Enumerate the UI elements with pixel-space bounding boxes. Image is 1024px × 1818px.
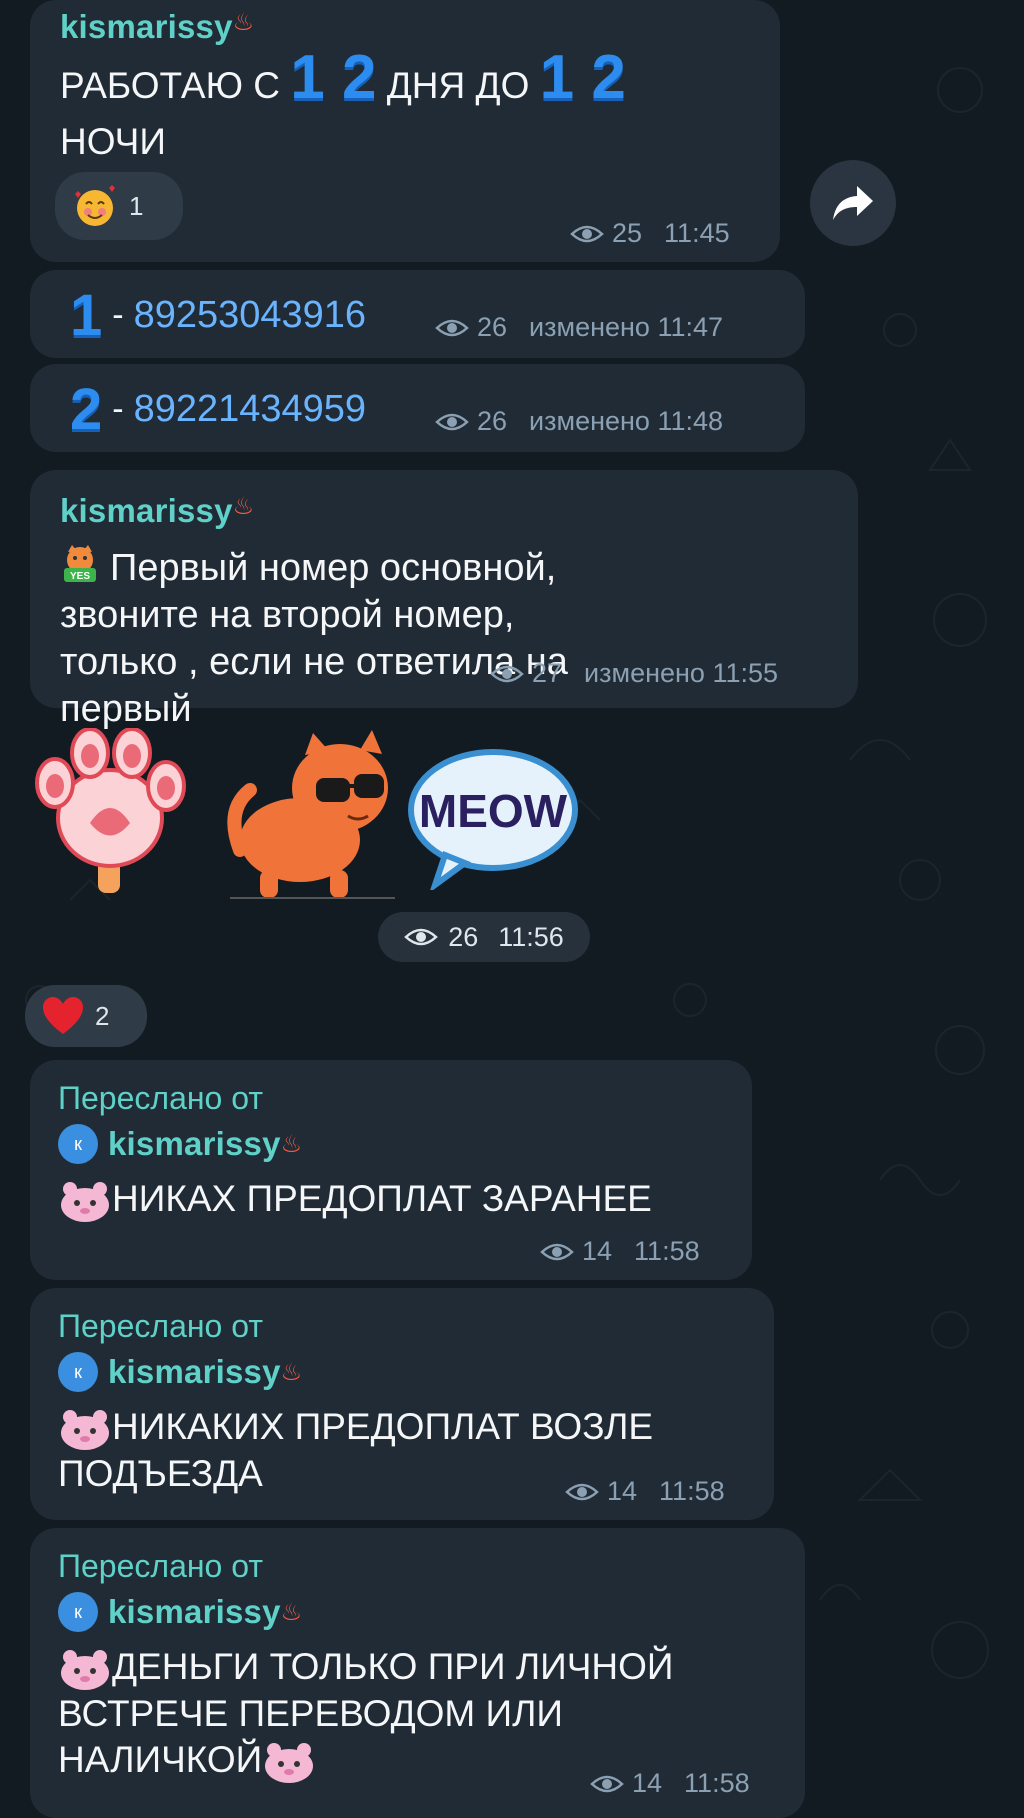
share-button[interactable] <box>810 160 896 246</box>
timestamp: 11:45 <box>664 218 730 248</box>
message-body-line: НАЛИЧКОЙ <box>58 1739 263 1781</box>
dash: - <box>112 296 124 334</box>
message-bubble-work-hours[interactable]: kismarissy♨ РАБОТАЮ С 1 2 ДНЯ ДО 1 2 НОЧ… <box>30 0 780 262</box>
message-text: НИКАКИХ ПРЕДОПЛАТ ВОЗЛЕ ПОДЪЕЗДА <box>58 1404 653 1497</box>
message-meta: 26 изменено 11:47 <box>435 312 723 343</box>
forwarded-label: Переслано от <box>58 1548 263 1584</box>
number-emoji: 1 2 <box>290 43 377 112</box>
message-body-line: ВСТРЕЧЕ ПЕРЕВОДОМ ИЛИ <box>58 1693 563 1735</box>
forwarded-label: Переслано от <box>58 1080 263 1116</box>
yes-cat-icon: YES <box>64 545 96 582</box>
reaction-count: 1 <box>129 190 144 221</box>
edited-timestamp: изменено 11:48 <box>529 406 724 436</box>
edited-timestamp: изменено 11:55 <box>584 658 779 688</box>
view-count: 26 <box>477 406 508 436</box>
avatar: к <box>58 1592 98 1632</box>
reaction-chip[interactable]: 1 <box>55 172 183 240</box>
hamster-icon <box>61 1410 109 1451</box>
message-bubble-phone-2[interactable]: 2 - 89221434959 26 изменено 11:48 <box>30 364 805 452</box>
view-count: 14 <box>582 1236 613 1266</box>
eye-icon <box>435 413 469 430</box>
hamster-icon <box>61 1182 109 1223</box>
message-meta: 27 изменено 11:55 <box>490 658 778 689</box>
message-bubble-instructions[interactable]: kismarissy♨ YES Первый номер основной, з… <box>30 470 858 730</box>
message-meta: 14 11:58 <box>540 1236 700 1267</box>
eye-icon <box>590 1775 624 1792</box>
message-bubble-phone-1[interactable]: 1 - 89253043916 26 изменено 11:47 <box>30 270 805 358</box>
forwarded-message-2[interactable]: Переслано от к kismarissy ♨ НИКАКИХ ПРЕДО… <box>30 1288 774 1520</box>
timestamp: 11:58 <box>684 1768 750 1798</box>
heart-reaction-chip[interactable]: 2 <box>25 985 147 1047</box>
sticker-meta: 26 11:56 <box>378 912 590 962</box>
view-count: 14 <box>632 1768 663 1798</box>
smiling-face-with-hearts-icon <box>75 185 115 226</box>
message-text: YES Первый номер основной, звоните на вт… <box>60 544 620 733</box>
view-count: 14 <box>607 1476 638 1506</box>
eye-icon <box>435 319 469 336</box>
avatar: к <box>58 1352 98 1392</box>
message-text: РАБОТАЮ С 1 2 ДНЯ ДО 1 2 НОЧИ <box>60 43 760 170</box>
forwarded-label: Переслано от <box>58 1308 263 1344</box>
view-count: 25 <box>612 218 643 248</box>
eye-icon <box>490 665 524 682</box>
hamster-icon <box>265 1743 314 1784</box>
forwarded-sender[interactable]: к kismarissy ♨ <box>58 1124 302 1164</box>
dash: - <box>112 390 124 428</box>
text-part: ДНЯ ДО <box>386 65 530 106</box>
fire-icon: ♨ <box>280 1358 303 1386</box>
meow-text: MEOW <box>419 785 568 837</box>
forwarded-sender[interactable]: к kismarissy ♨ <box>58 1352 302 1392</box>
number-emoji: 2 <box>70 377 103 442</box>
forwarded-sender[interactable]: к kismarissy ♨ <box>58 1592 302 1632</box>
timestamp: 11:58 <box>634 1236 700 1266</box>
fire-icon: ♨ <box>232 493 255 520</box>
text-part: РАБОТАЮ С <box>60 65 280 106</box>
message-body-line: НИКАКИХ ПРЕДОПЛАТ ВОЗЛЕ <box>112 1406 654 1447</box>
message-body-line: ПОДЪЕЗДА <box>58 1453 263 1495</box>
eye-icon <box>540 1243 574 1260</box>
hamster-icon <box>61 1650 109 1691</box>
sender-name[interactable]: kismarissy♨ <box>60 492 254 530</box>
sender-name[interactable]: kismarissy♨ <box>60 8 254 46</box>
message-text: ДЕНЬГИ ТОЛЬКО ПРИ ЛИЧНОЙ ВСТРЕЧЕ ПЕРЕВОД… <box>58 1644 674 1784</box>
message-meta: 14 11:58 <box>590 1768 750 1799</box>
message-meta: 25 11:45 <box>570 218 730 249</box>
fire-icon: ♨ <box>232 9 255 36</box>
eye-icon <box>404 928 439 946</box>
reaction-count: 2 <box>95 1000 110 1031</box>
phone-line: 2 - 89221434959 <box>70 376 366 443</box>
number-emoji: 1 2 <box>539 43 626 112</box>
fire-icon: ♨ <box>280 1130 303 1158</box>
view-count: 26 <box>477 312 508 342</box>
phone-line: 1 - 89253043916 <box>70 282 366 349</box>
view-count: 27 <box>532 658 563 688</box>
phone-link[interactable]: 89253043916 <box>134 294 366 337</box>
fire-icon: ♨ <box>280 1598 303 1626</box>
message-body: НИКАХ ПРЕДОПЛАТ ЗАРАНЕЕ <box>112 1178 652 1219</box>
cat-sunglasses-sticker[interactable] <box>220 730 400 900</box>
message-body: Первый номер основной, звоните на второй… <box>60 547 568 730</box>
timestamp: 11:58 <box>659 1476 725 1506</box>
message-meta: 14 11:58 <box>565 1476 725 1507</box>
text-part: НОЧИ <box>60 121 166 162</box>
forwarded-message-3[interactable]: Переслано от к kismarissy ♨ ДЕНЬГИ ТОЛЬКО… <box>30 1528 805 1818</box>
paw-sticker[interactable] <box>20 728 200 898</box>
share-icon <box>833 186 873 220</box>
meow-bubble-sticker[interactable]: MEOW <box>405 745 580 890</box>
number-emoji: 1 <box>70 283 103 348</box>
heart-icon <box>43 997 83 1034</box>
phone-link[interactable]: 89221434959 <box>134 388 366 431</box>
eye-icon <box>565 1483 599 1500</box>
eye-icon <box>570 225 604 242</box>
edited-timestamp: изменено 11:47 <box>529 312 724 342</box>
view-count: 26 <box>448 921 479 952</box>
timestamp: 11:56 <box>498 921 564 952</box>
avatar: к <box>58 1124 98 1164</box>
forwarded-message-1[interactable]: Переслано от к kismarissy ♨ НИКАХ ПРЕДОПЛ… <box>30 1060 752 1280</box>
message-text: НИКАХ ПРЕДОПЛАТ ЗАРАНЕЕ <box>58 1176 652 1223</box>
message-meta: 26 изменено 11:48 <box>435 406 723 437</box>
svg-text:YES: YES <box>70 571 90 582</box>
message-body-line: ДЕНЬГИ ТОЛЬКО ПРИ ЛИЧНОЙ <box>112 1646 674 1687</box>
